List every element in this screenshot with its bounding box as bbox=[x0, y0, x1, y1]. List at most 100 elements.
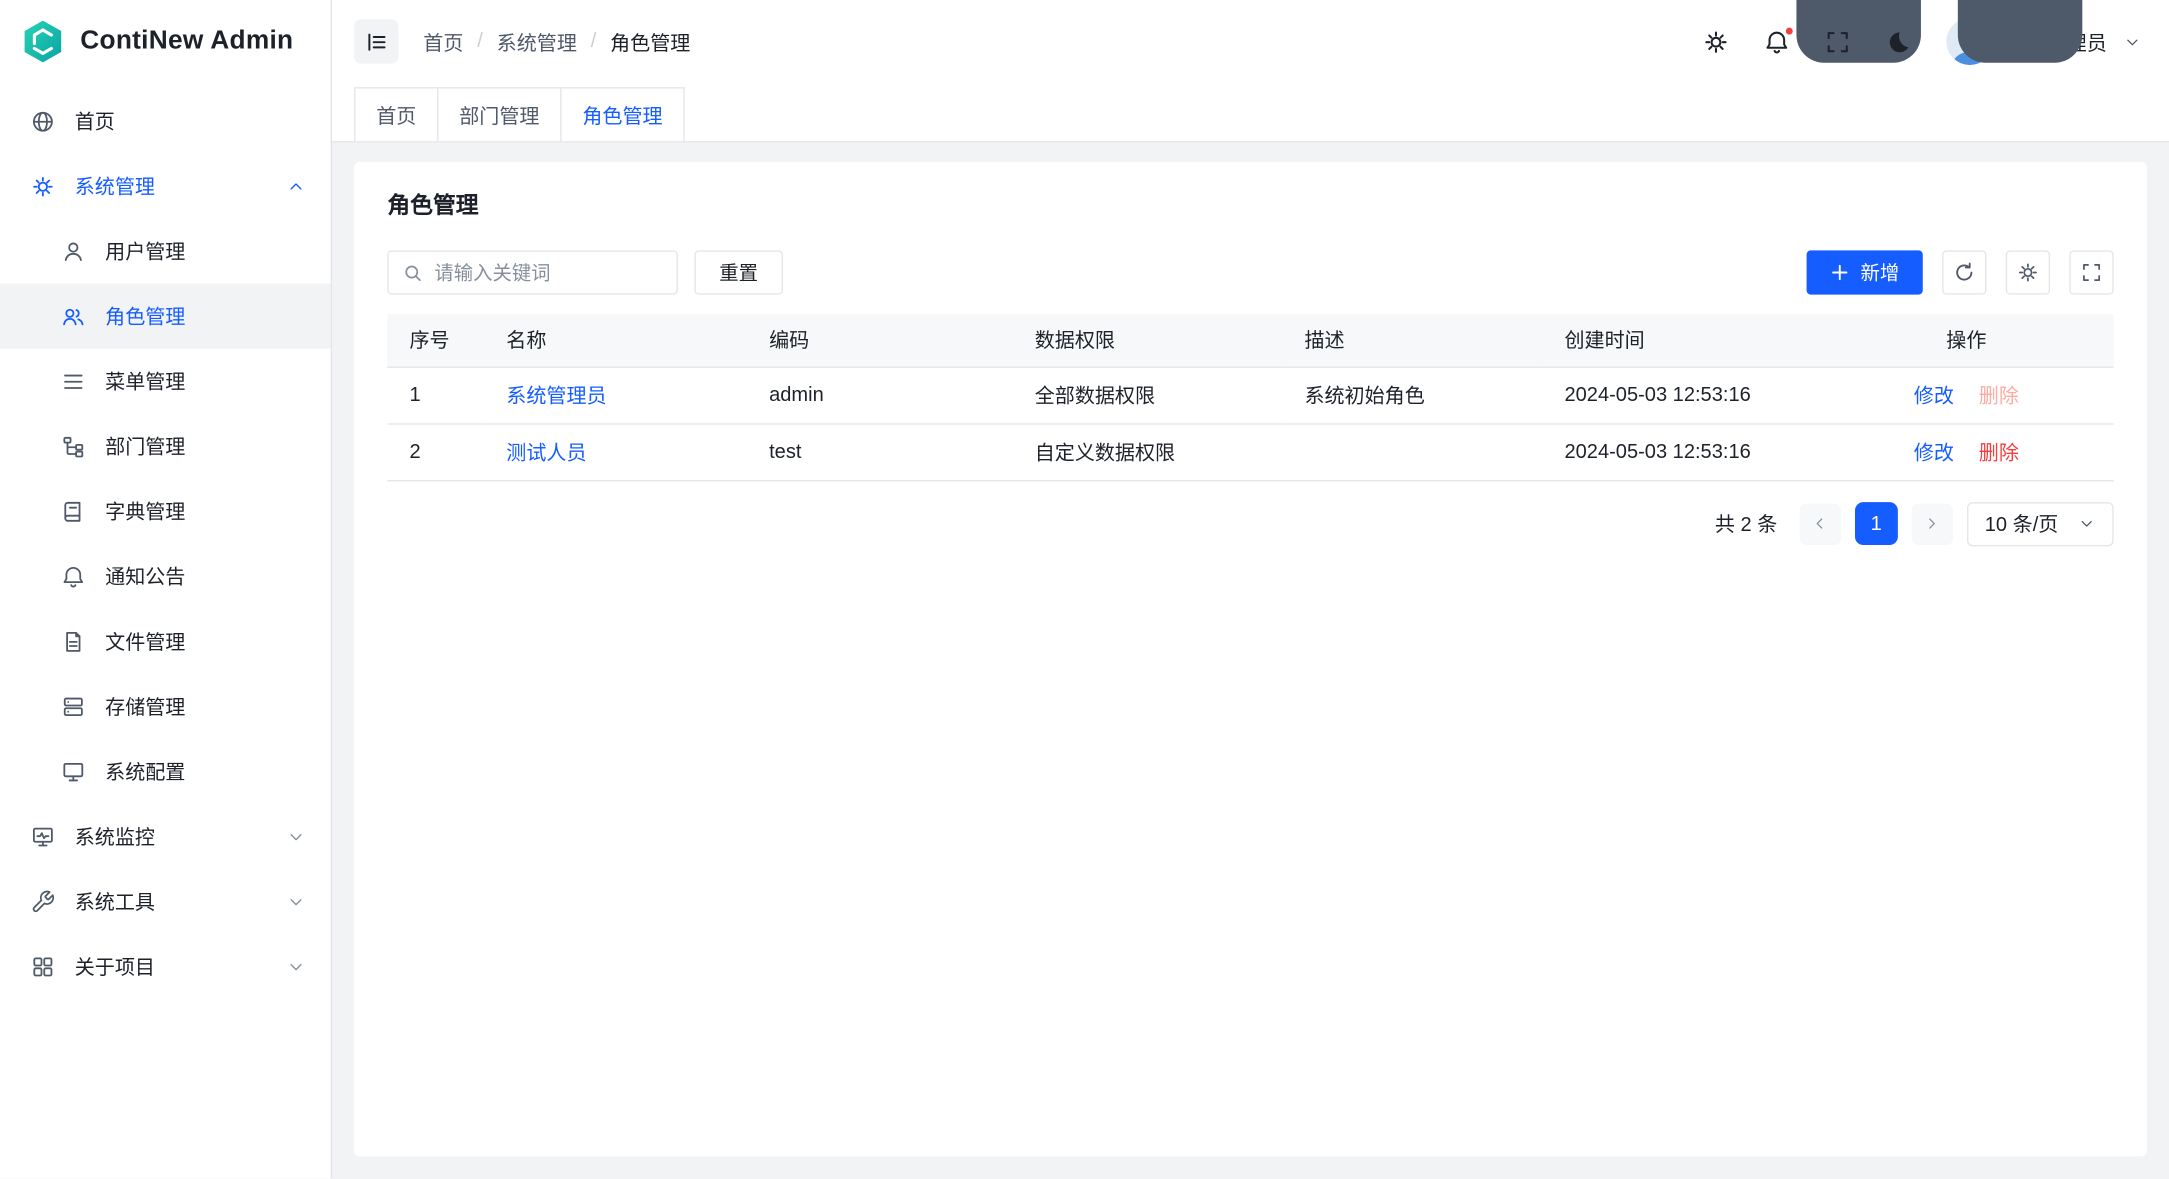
reset-button[interactable]: 重置 bbox=[694, 250, 783, 294]
toolbar: 重置 新增 bbox=[387, 250, 2113, 294]
edit-link[interactable]: 修改 bbox=[1914, 386, 1954, 408]
breadcrumb-item-system[interactable]: 系统管理 bbox=[497, 27, 577, 56]
menu-list-icon bbox=[61, 369, 86, 394]
app-title: ContiNew Admin bbox=[80, 26, 293, 56]
chevron-down-icon bbox=[286, 892, 305, 911]
sidebar-menu: 首页 系统管理 用户管理 角色 bbox=[0, 83, 331, 1179]
org-tree-icon bbox=[61, 434, 86, 459]
cell-description: 系统初始角色 bbox=[1282, 367, 1542, 424]
settings-button[interactable] bbox=[1702, 28, 1728, 54]
sidebar-item-label: 首页 bbox=[75, 107, 115, 136]
column-header-code: 编码 bbox=[747, 314, 1013, 367]
next-page-button[interactable] bbox=[1911, 503, 1952, 544]
fullscreen-button[interactable] bbox=[1824, 28, 1850, 54]
sidebar-item-label: 通知公告 bbox=[105, 562, 185, 591]
add-button[interactable]: 新增 bbox=[1807, 250, 1923, 294]
breadcrumb-item-current: 角色管理 bbox=[610, 27, 690, 56]
sidebar-item-label: 系统配置 bbox=[105, 757, 185, 786]
sidebar-item-notice[interactable]: 通知公告 bbox=[0, 544, 331, 609]
role-name-link[interactable]: 测试人员 bbox=[506, 443, 586, 465]
sidebar-item-role-mgmt[interactable]: 角色管理 bbox=[0, 284, 331, 349]
sidebar-item-tools[interactable]: 系统工具 bbox=[0, 869, 331, 934]
sidebar-item-label: 系统监控 bbox=[75, 822, 155, 851]
sidebar-item-monitor[interactable]: 系统监控 bbox=[0, 804, 331, 869]
page-size-select[interactable]: 10 条/页 bbox=[1967, 501, 2114, 545]
page-size-value: 10 条/页 bbox=[1985, 509, 2059, 538]
sidebar-item-home[interactable]: 首页 bbox=[0, 89, 331, 154]
column-header-name: 名称 bbox=[484, 314, 747, 367]
search-input[interactable] bbox=[434, 261, 662, 283]
sidebar-item-system[interactable]: 系统管理 bbox=[0, 154, 331, 219]
delete-link[interactable]: 删除 bbox=[1979, 386, 2019, 408]
tab-home[interactable]: 首页 bbox=[354, 87, 438, 141]
cell-permission: 自定义数据权限 bbox=[1013, 423, 1283, 480]
notification-dot bbox=[1784, 26, 1794, 36]
cell-code: test bbox=[747, 423, 1013, 480]
book-icon bbox=[61, 499, 86, 524]
pagination-total: 共 2 条 bbox=[1715, 509, 1777, 538]
column-header-actions: 操作 bbox=[1819, 314, 2114, 367]
sidebar-item-dict-mgmt[interactable]: 字典管理 bbox=[0, 479, 331, 544]
breadcrumb-separator: / bbox=[477, 30, 483, 52]
file-icon bbox=[61, 629, 86, 654]
main-area: 首页 / 系统管理 / 角色管理 bbox=[332, 0, 2169, 1179]
sidebar-item-sys-config[interactable]: 系统配置 bbox=[0, 739, 331, 804]
current-page[interactable]: 1 bbox=[1855, 502, 1898, 545]
prev-page-button[interactable] bbox=[1799, 503, 1840, 544]
monitor-icon bbox=[30, 824, 55, 849]
sidebar-item-storage-mgmt[interactable]: 存储管理 bbox=[0, 674, 331, 739]
users-icon bbox=[61, 304, 86, 329]
add-button-label: 新增 bbox=[1861, 259, 1900, 287]
column-header-permission: 数据权限 bbox=[1013, 314, 1283, 367]
gear-icon bbox=[1702, 28, 1728, 54]
table-settings-button[interactable] bbox=[2006, 250, 2050, 294]
role-name-link[interactable]: 系统管理员 bbox=[506, 386, 606, 408]
cell-no: 2 bbox=[387, 423, 484, 480]
tab-label: 部门管理 bbox=[459, 100, 539, 129]
delete-link[interactable]: 删除 bbox=[1979, 443, 2019, 465]
logo-icon bbox=[19, 18, 66, 65]
tab-label: 角色管理 bbox=[582, 100, 662, 129]
breadcrumb-item-home[interactable]: 首页 bbox=[423, 27, 463, 56]
notifications-button[interactable] bbox=[1763, 28, 1789, 54]
dark-mode-button[interactable] bbox=[1885, 28, 1911, 54]
fullscreen-icon bbox=[1824, 28, 1850, 54]
chevron-down-icon bbox=[286, 957, 305, 976]
sidebar-item-label: 文件管理 bbox=[105, 627, 185, 656]
gear-icon bbox=[2017, 261, 2039, 283]
expand-button[interactable] bbox=[2069, 250, 2113, 294]
cell-code: admin bbox=[747, 367, 1013, 424]
storage-icon bbox=[61, 694, 86, 719]
search-icon bbox=[403, 262, 424, 283]
sidebar-item-user-mgmt[interactable]: 用户管理 bbox=[0, 219, 331, 284]
tabs: 首页 部门管理 角色管理 bbox=[354, 87, 683, 141]
chevron-right-icon bbox=[1923, 515, 1941, 533]
chevron-left-icon bbox=[1811, 515, 1829, 533]
tab-label: 首页 bbox=[376, 100, 416, 129]
globe-icon bbox=[30, 109, 55, 134]
table-row: 1 系统管理员 admin 全部数据权限 系统初始角色 2024-05-03 1… bbox=[387, 367, 2113, 424]
sidebar-item-about[interactable]: 关于项目 bbox=[0, 934, 331, 999]
chevron-up-icon bbox=[286, 176, 305, 195]
tab-dept-mgmt[interactable]: 部门管理 bbox=[437, 87, 561, 141]
sidebar-item-menu-mgmt[interactable]: 菜单管理 bbox=[0, 349, 331, 414]
tab-role-mgmt[interactable]: 角色管理 bbox=[560, 87, 684, 141]
refresh-button[interactable] bbox=[1942, 250, 1986, 294]
chevron-down-icon bbox=[2078, 515, 2096, 533]
sidebar-item-file-mgmt[interactable]: 文件管理 bbox=[0, 609, 331, 674]
tab-actions-button[interactable] bbox=[1732, 0, 2147, 127]
refresh-icon bbox=[1953, 261, 1975, 283]
content-area: 角色管理 重置 bbox=[332, 142, 2169, 1178]
sidebar-item-label: 菜单管理 bbox=[105, 367, 185, 396]
chevron-down-icon bbox=[286, 827, 305, 846]
app-logo[interactable]: ContiNew Admin bbox=[0, 0, 331, 83]
bell-icon bbox=[61, 564, 86, 589]
plus-icon bbox=[1830, 263, 1849, 282]
sidebar-collapse-button[interactable] bbox=[354, 19, 398, 63]
sidebar-item-label: 角色管理 bbox=[105, 302, 185, 331]
cell-created: 2024-05-03 12:53:16 bbox=[1542, 423, 1819, 480]
reset-button-label: 重置 bbox=[719, 259, 758, 287]
sidebar-item-dept-mgmt[interactable]: 部门管理 bbox=[0, 414, 331, 479]
edit-link[interactable]: 修改 bbox=[1914, 443, 1954, 465]
table-row: 2 测试人员 test 自定义数据权限 2024-05-03 12:53:16 … bbox=[387, 423, 2113, 480]
